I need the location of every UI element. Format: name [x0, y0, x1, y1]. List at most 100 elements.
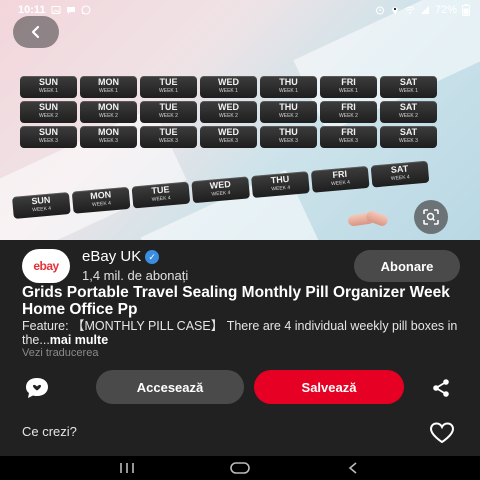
compartment-week-label: WEEK 2 — [219, 113, 238, 119]
translate-link[interactable]: Vezi traducerea — [22, 347, 98, 359]
system-nav-bar — [0, 456, 480, 480]
compartment-day-label: MON — [98, 102, 119, 112]
pillbox-compartment: MON WEEK 1 — [80, 76, 137, 98]
message-icon — [66, 7, 75, 14]
pillbox-compartment: SUN WEEK 2 — [20, 101, 77, 123]
recents-button[interactable] — [107, 458, 147, 478]
compartment-week-label: WEEK 3 — [219, 138, 238, 144]
pillbox-compartment: WED WEEK 3 — [200, 126, 257, 148]
subscribe-button[interactable]: Abonare — [354, 250, 460, 282]
visual-search-button[interactable] — [414, 200, 448, 234]
compartment-day-label: THU — [279, 102, 298, 112]
compartment-week-label: WEEK 1 — [279, 88, 298, 94]
more-link[interactable]: mai multe — [50, 333, 108, 347]
pin-title: Grids Portable Travel Sealing Monthly Pi… — [22, 284, 450, 318]
compartment-day-label: FRI — [341, 127, 356, 137]
back-arrow-icon — [31, 25, 40, 39]
ebay-logo: ebay — [33, 259, 59, 273]
compartment-week-label: WEEK 1 — [219, 88, 238, 94]
pin-description: Feature: 【MONTHLY PILL CASE】 There are 4… — [22, 319, 462, 347]
channel-avatar[interactable]: ebay — [22, 249, 70, 283]
compartment-day-label: WED — [218, 127, 239, 137]
pillbox-compartment: THU WEEK 4 — [251, 171, 310, 198]
pillbox-compartment: SUN WEEK 1 — [20, 76, 77, 98]
home-icon — [230, 462, 250, 474]
compartment-day-label: SUN — [38, 127, 58, 137]
lens-icon — [423, 209, 439, 225]
compartment-day-label: SAT — [399, 127, 418, 137]
back-nav-icon — [349, 462, 357, 474]
compartment-week-label: WEEK 2 — [39, 113, 58, 119]
pillbox-compartment: TUE WEEK 2 — [140, 101, 197, 123]
pillbox-compartment: THU WEEK 1 — [260, 76, 317, 98]
pillbox-top: SUN WEEK 1 MON WEEK 1 TUE WEEK 1 WED WEEK 1 THU W… — [20, 76, 437, 148]
whatsapp-icon — [80, 5, 91, 15]
comment-row: Ce crezi? — [0, 418, 480, 448]
channel-name: eBay UK — [82, 248, 142, 265]
pillbox-compartment: WED WEEK 2 — [200, 101, 257, 123]
compartment-day-label: WED — [218, 77, 239, 87]
compartment-week-label: WEEK 1 — [39, 88, 58, 94]
compartment-day-label: TUE — [159, 102, 178, 112]
compartment-week-label: WEEK 3 — [39, 138, 58, 144]
wifi-icon — [405, 6, 415, 14]
reaction-button[interactable] — [20, 372, 54, 404]
pillbox-compartment: SAT WEEK 3 — [380, 126, 437, 148]
pillbox-compartment: FRI WEEK 1 — [320, 76, 377, 98]
compartment-week-label: WEEK 2 — [159, 113, 178, 119]
share-icon — [433, 379, 449, 397]
pillbox-compartment: FRI WEEK 3 — [320, 126, 377, 148]
compartment-week-label: WEEK 1 — [339, 88, 358, 94]
compartment-day-label: SUN — [38, 102, 58, 112]
compartment-week-label: WEEK 2 — [99, 113, 118, 119]
channel-name-row[interactable]: eBay UK ✓ — [82, 248, 160, 265]
compartment-day-label: MON — [98, 127, 119, 137]
battery-percent: 72% — [434, 4, 457, 16]
pillbox-compartment: THU WEEK 3 — [260, 126, 317, 148]
screen: SUN WEEK 1 MON WEEK 1 TUE WEEK 1 WED WEEK 1 THU W… — [0, 0, 480, 480]
subscriber-count: 1,4 mil. de abonați — [82, 268, 189, 283]
pillbox-compartment: WED WEEK 1 — [200, 76, 257, 98]
back-button[interactable] — [13, 16, 59, 48]
comment-input[interactable]: Ce crezi? — [22, 424, 77, 439]
compartment-week-label: WEEK 3 — [279, 138, 298, 144]
compartment-week-label: WEEK 3 — [339, 138, 358, 144]
visit-button[interactable]: Accesează — [96, 370, 244, 404]
gallery-icon — [51, 6, 61, 14]
compartment-week-label: WEEK 1 — [159, 88, 178, 94]
compartment-week-label: WEEK 2 — [279, 113, 298, 119]
compartment-day-label: FRI — [341, 77, 356, 87]
compartment-week-label: WEEK 3 — [399, 138, 418, 144]
compartment-week-label: WEEK 2 — [339, 113, 358, 119]
compartment-day-label: THU — [279, 77, 298, 87]
heart-icon — [429, 422, 455, 444]
pillbox-compartment: SUN WEEK 3 — [20, 126, 77, 148]
pill-capsule — [364, 209, 390, 228]
share-button[interactable] — [424, 372, 458, 404]
status-time: 10:11 — [18, 4, 46, 16]
pillbox-compartment: SAT WEEK 1 — [380, 76, 437, 98]
pin-image[interactable]: SUN WEEK 1 MON WEEK 1 TUE WEEK 1 WED WEEK 1 THU W… — [0, 0, 480, 240]
pin-details: ebay eBay UK ✓ 1,4 mil. de abonați Abonar… — [0, 240, 480, 456]
channel-row: ebay eBay UK ✓ 1,4 mil. de abonați Abonar… — [0, 246, 480, 286]
compartment-day-label: SAT — [399, 102, 418, 112]
compartment-week-label: WEEK 1 — [99, 88, 118, 94]
compartment-day-label: SAT — [399, 77, 418, 87]
compartment-day-label: TUE — [159, 127, 178, 137]
recents-icon — [119, 463, 134, 473]
nav-back-button[interactable] — [333, 458, 373, 478]
compartment-day-label: THU — [279, 127, 298, 137]
pillbox-compartment: TUE WEEK 3 — [140, 126, 197, 148]
compartment-week-label: WEEK 1 — [399, 88, 418, 94]
home-button[interactable] — [220, 458, 260, 478]
save-button[interactable]: Salvează — [254, 370, 404, 404]
pillbox-compartment: TUE WEEK 4 — [131, 181, 191, 209]
action-bar: Accesează Salvează — [0, 370, 480, 406]
alarm-icon — [375, 6, 384, 15]
compartment-week-label: WEEK 3 — [159, 138, 178, 144]
battery-icon — [462, 4, 470, 16]
compartment-week-label: WEEK 3 — [99, 138, 118, 144]
like-button[interactable] — [428, 420, 456, 446]
location-icon — [391, 7, 398, 15]
pillbox-compartment: MON WEEK 2 — [80, 101, 137, 123]
